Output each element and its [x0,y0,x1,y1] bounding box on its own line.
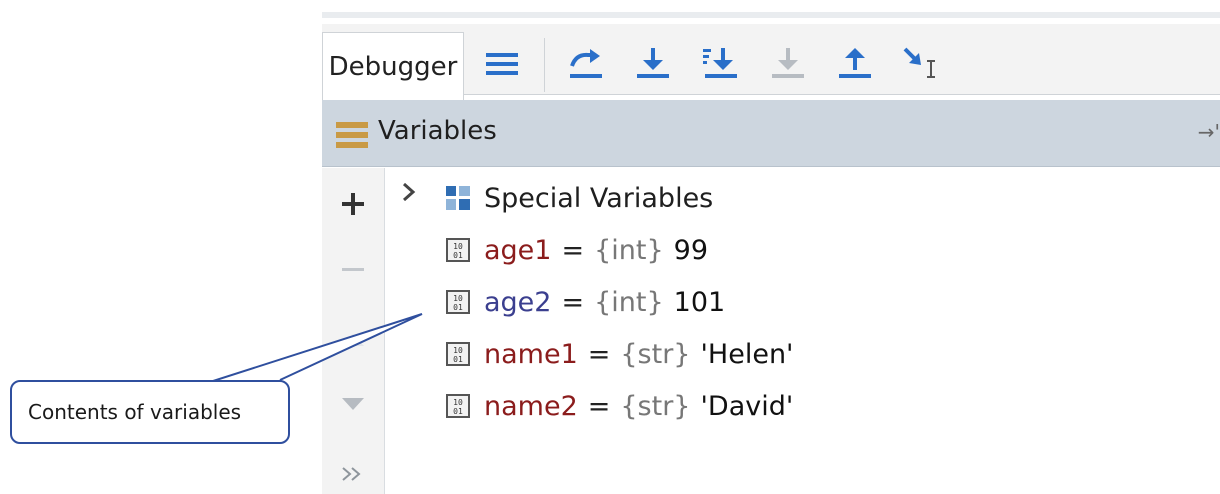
annotation-text: Contents of variables [28,400,242,424]
annotation-callout: Contents of variables [10,380,290,444]
